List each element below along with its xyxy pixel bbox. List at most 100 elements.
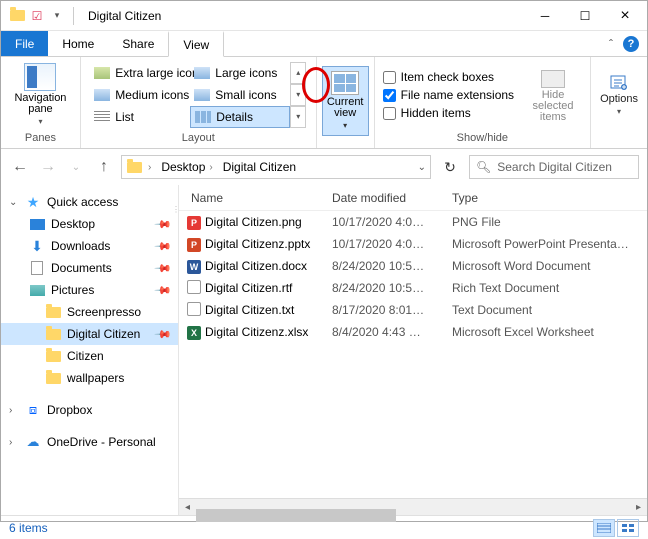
qat-properties-icon[interactable]: ☑	[29, 8, 45, 24]
hidden-items-checkbox[interactable]: Hidden items	[383, 106, 514, 120]
tab-view[interactable]: View	[168, 31, 224, 57]
caret-down-icon: ⌄	[9, 197, 19, 208]
file-name: Digital Citizenz.xlsx	[205, 325, 332, 339]
sidebar-item-wallpapers[interactable]: wallpapers	[1, 367, 178, 389]
layout-details[interactable]: Details	[190, 106, 290, 128]
ribbon: Navigation pane ▾ Panes Extra large icon…	[1, 57, 647, 149]
close-button[interactable]: ×	[605, 2, 645, 30]
dropbox-icon: ⧈	[25, 402, 41, 418]
breadcrumb-box[interactable]: › Desktop› Digital Citizen ⌄	[121, 155, 431, 179]
tab-file[interactable]: File	[1, 31, 48, 56]
file-rows[interactable]: PDigital Citizen.png10/17/2020 4:0…PNG F…	[179, 211, 647, 343]
caret-right-icon: ›	[9, 405, 19, 416]
onedrive-node[interactable]: ›☁OneDrive - Personal	[1, 431, 178, 453]
gallery-scroll-down[interactable]: ▾	[290, 84, 306, 106]
crumb-desktop[interactable]: Desktop›	[157, 160, 216, 174]
header-name[interactable]: Name	[179, 191, 324, 205]
file-type-icon	[187, 280, 201, 294]
sidebar-item-documents[interactable]: Documents📌	[1, 257, 178, 279]
file-date: 8/24/2020 10:5…	[332, 259, 452, 273]
sidebar-item-pictures[interactable]: Pictures📌	[1, 279, 178, 301]
folder-icon	[45, 348, 61, 364]
splitter-grip[interactable]: ⋮	[172, 189, 178, 229]
quick-access-node[interactable]: ⌄★Quick access	[1, 191, 178, 213]
refresh-button[interactable]: ↻	[437, 155, 463, 179]
file-row[interactable]: Digital Citizen.txt8/17/2020 8:01…Text D…	[179, 299, 647, 321]
tab-share[interactable]: Share	[108, 31, 168, 56]
file-name: Digital Citizen.png	[205, 215, 332, 229]
chevron-right-icon: ›	[209, 162, 212, 173]
collapse-ribbon-icon[interactable]: ˆ	[609, 37, 613, 51]
sidebar-item-desktop[interactable]: Desktop📌	[1, 213, 178, 235]
header-type[interactable]: Type	[444, 191, 647, 205]
file-row[interactable]: PDigital Citizenz.pptx10/17/2020 4:0…Mic…	[179, 233, 647, 255]
scroll-thumb[interactable]	[196, 509, 396, 522]
dropbox-node[interactable]: ›⧈Dropbox	[1, 399, 178, 421]
scroll-right-icon[interactable]: ▸	[630, 502, 647, 513]
layout-large[interactable]: Large icons	[190, 62, 290, 84]
navigation-pane-button[interactable]: Navigation pane ▾	[8, 63, 72, 126]
item-count: 6 items	[9, 521, 48, 535]
sidebar-item-citizen[interactable]: Citizen	[1, 345, 178, 367]
star-icon: ★	[25, 194, 41, 210]
search-icon: 🔍︎	[476, 160, 491, 174]
column-headers[interactable]: Name Date modified Type	[179, 185, 647, 211]
search-box[interactable]: 🔍︎ Search Digital Citizen	[469, 155, 639, 179]
navigation-pane[interactable]: ⋮ ⌄★Quick access Desktop📌 ⬇Downloads📌 Do…	[1, 185, 179, 515]
layout-small[interactable]: Small icons	[190, 84, 290, 106]
chevron-down-icon: ▾	[617, 107, 621, 116]
view-large-button[interactable]	[617, 519, 639, 537]
group-showhide-label: Show/hide	[457, 130, 508, 146]
header-date[interactable]: Date modified	[324, 191, 444, 205]
maximize-button[interactable]: ☐	[565, 2, 605, 30]
layout-gallery[interactable]: Extra large icons Large icons ▴ ▾ ▾ Medi…	[90, 62, 306, 128]
gallery-scroll-up[interactable]: ▴	[290, 62, 306, 84]
horizontal-scrollbar[interactable]: ◂ ▸	[179, 498, 647, 515]
details-icon	[195, 111, 211, 123]
layout-extra-large[interactable]: Extra large icons	[90, 62, 190, 84]
help-icon[interactable]: ?	[623, 36, 639, 52]
folder-icon	[45, 304, 61, 320]
sidebar-item-downloads[interactable]: ⬇Downloads📌	[1, 235, 178, 257]
tab-home[interactable]: Home	[48, 31, 108, 56]
minimize-button[interactable]: ─	[525, 2, 565, 30]
item-check-boxes-checkbox[interactable]: Item check boxes	[383, 70, 514, 84]
file-row[interactable]: WDigital Citizen.docx8/24/2020 10:5…Micr…	[179, 255, 647, 277]
file-row[interactable]: XDigital Citizenz.xlsx8/4/2020 4:43 …Mic…	[179, 321, 647, 343]
gallery-more[interactable]: ▾	[290, 106, 306, 128]
file-row[interactable]: Digital Citizen.rtf8/24/2020 10:5…Rich T…	[179, 277, 647, 299]
file-name: Digital Citizen.rtf	[205, 281, 332, 295]
chevron-right-icon[interactable]: ›	[148, 162, 151, 173]
file-type: Rich Text Document	[452, 281, 647, 295]
file-row[interactable]: PDigital Citizen.png10/17/2020 4:0…PNG F…	[179, 211, 647, 233]
qat-dropdown-icon[interactable]: ▾	[49, 8, 65, 24]
address-dropdown-icon[interactable]: ⌄	[418, 162, 426, 173]
sidebar-item-screenpresso[interactable]: Screenpresso	[1, 301, 178, 323]
recent-dropdown[interactable]: ⌄	[65, 156, 87, 178]
sidebar-item-digital-citizen[interactable]: Digital Citizen📌	[1, 323, 178, 345]
options-icon	[609, 74, 629, 92]
options-button[interactable]: Options ▾	[600, 74, 638, 116]
file-type: Microsoft Word Document	[452, 259, 647, 273]
back-button[interactable]: ←	[9, 156, 31, 178]
file-type-icon: P	[187, 216, 201, 230]
view-details-button[interactable]	[593, 519, 615, 537]
group-layout-label: Layout	[182, 130, 215, 146]
large-icon	[194, 67, 210, 79]
scroll-left-icon[interactable]: ◂	[179, 502, 196, 513]
up-button[interactable]: ↑	[93, 156, 115, 178]
file-type: Microsoft PowerPoint Presenta…	[452, 237, 647, 251]
file-type-icon	[187, 302, 201, 316]
file-name-extensions-checkbox[interactable]: File name extensions	[383, 88, 514, 102]
cloud-icon: ☁	[25, 434, 41, 450]
current-view-button[interactable]: Current view ▾	[322, 66, 369, 136]
file-name: Digital Citizen.docx	[205, 259, 332, 273]
folder-icon	[45, 326, 61, 342]
layout-medium[interactable]: Medium icons	[90, 84, 190, 106]
crumb-current[interactable]: Digital Citizen	[219, 160, 300, 174]
forward-button[interactable]: →	[37, 156, 59, 178]
document-icon	[29, 260, 45, 276]
layout-list[interactable]: List	[90, 106, 190, 128]
file-name: Digital Citizen.txt	[205, 303, 332, 317]
window-title: Digital Citizen	[82, 9, 161, 23]
